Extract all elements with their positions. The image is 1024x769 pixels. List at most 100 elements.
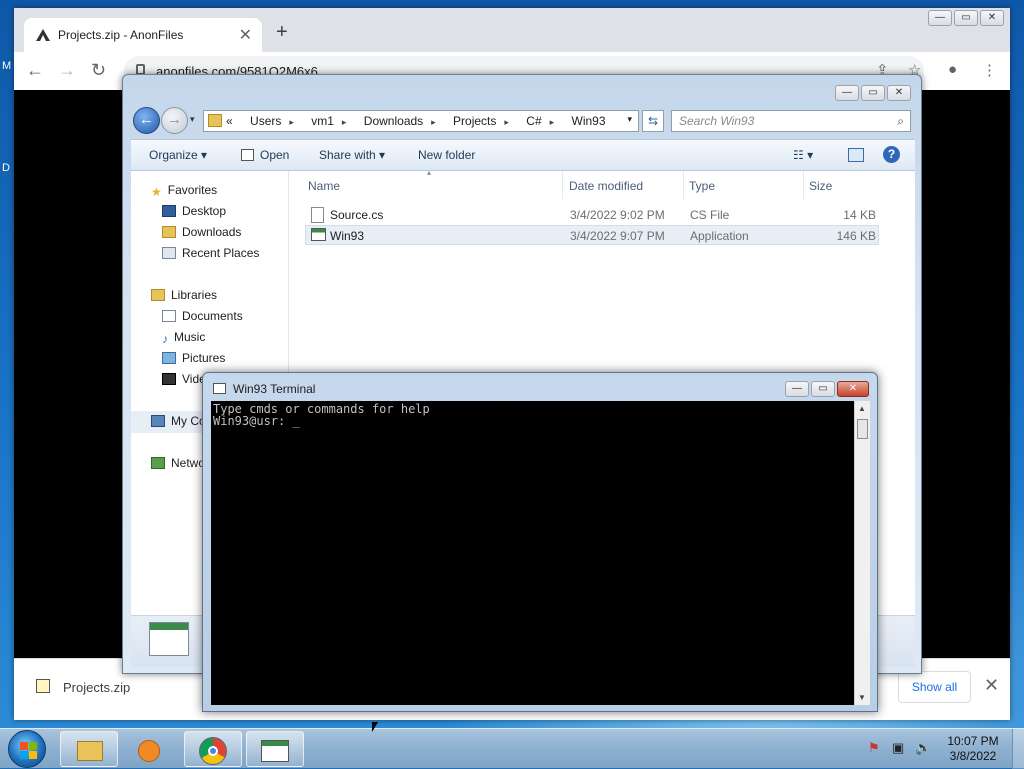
file-row[interactable]: Source.cs 3/4/2022 9:02 PM CS File 14 KB	[305, 205, 879, 225]
action-center-flag-icon[interactable]: ⚑	[868, 740, 880, 756]
taskbar-chrome-button[interactable]	[184, 731, 242, 767]
nav-network[interactable]: Netwo	[151, 456, 205, 470]
windows-logo-icon	[20, 751, 28, 759]
back-button[interactable]: ←	[26, 60, 44, 81]
maximize-button[interactable]: ▭	[861, 85, 885, 101]
taskbar-terminal-button[interactable]	[246, 731, 304, 767]
breadcrumb-separator-icon[interactable]: ▸	[289, 117, 294, 128]
column-header-size[interactable]: Size	[809, 179, 832, 193]
forward-arrow-icon[interactable]: →	[161, 107, 188, 134]
column-header-date[interactable]: Date modified	[569, 179, 643, 193]
breadcrumb-separator-icon[interactable]: ▸	[342, 117, 347, 128]
column-divider[interactable]	[803, 171, 804, 199]
file-row[interactable]: Win93 3/4/2022 9:07 PM Application 146 K…	[305, 225, 879, 245]
share-with-button[interactable]: Share with ▾	[319, 148, 385, 162]
column-header-name[interactable]: Name	[308, 179, 340, 193]
breadcrumb-separator-icon[interactable]: ▸	[504, 117, 509, 128]
close-download-bar-icon[interactable]: ✕	[984, 675, 999, 696]
address-dropdown-icon[interactable]: ▾	[627, 114, 632, 125]
column-header-type[interactable]: Type	[689, 179, 715, 193]
taskbar-explorer-button[interactable]	[60, 731, 118, 767]
terminal-output[interactable]: Type cmds or commands for help Win93@usr:…	[211, 401, 854, 705]
mouse-cursor-icon	[372, 722, 378, 732]
tab-close-icon[interactable]: ✕	[239, 25, 252, 45]
nav-desktop[interactable]: Desktop	[162, 204, 226, 218]
recent-pages-icon[interactable]: ▾	[190, 114, 195, 125]
network-tray-icon[interactable]: ▣	[892, 740, 904, 756]
scroll-thumb[interactable]	[857, 419, 868, 439]
search-input[interactable]: Search Win93 ⌕	[671, 110, 911, 132]
menu-icon[interactable]: ⋮	[982, 61, 997, 79]
browser-window-controls: — ▭ ✕	[928, 10, 1004, 26]
breadcrumb-users[interactable]: Users	[250, 111, 281, 131]
nav-recent-places[interactable]: Recent Places	[162, 246, 259, 260]
help-icon[interactable]: ?	[883, 146, 900, 163]
nav-libraries[interactable]: Libraries	[151, 288, 217, 302]
open-button[interactable]: Open	[260, 148, 289, 162]
chrome-center-icon	[208, 746, 218, 756]
back-arrow-icon[interactable]: ←	[133, 107, 160, 134]
scroll-down-icon[interactable]: ▼	[858, 693, 866, 702]
application-icon	[311, 228, 326, 241]
file-date: 3/4/2022 9:02 PM	[570, 208, 665, 222]
clock-time: 10:07 PM	[947, 734, 999, 748]
volume-icon[interactable]: 🔈	[915, 740, 931, 756]
nav-downloads[interactable]: Downloads	[162, 225, 241, 239]
nav-favorites[interactable]: ★ Favorites	[151, 183, 217, 199]
nav-label: Documents	[182, 309, 243, 323]
breadcrumb-vm1[interactable]: vm1	[311, 111, 334, 131]
explorer-address-row: ← → ▾ « Users ▸ vm1 ▸ Downloads ▸ Projects ▸…	[131, 105, 915, 137]
close-button[interactable]: ✕	[980, 10, 1004, 26]
start-button[interactable]	[8, 730, 46, 768]
system-clock[interactable]: 10:07 PM 3/8/2022	[942, 734, 1004, 764]
download-item[interactable]: Projects.zip	[63, 680, 130, 695]
column-divider[interactable]	[562, 171, 563, 199]
nav-documents[interactable]: Documents	[162, 309, 243, 323]
terminal-line: Type cmds or commands for help	[213, 402, 430, 416]
nav-videos[interactable]: Vide	[162, 372, 206, 386]
breadcrumb-projects[interactable]: Projects	[453, 111, 496, 131]
breadcrumb-separator-icon[interactable]: ▸	[431, 117, 436, 128]
close-button[interactable]: ✕	[887, 85, 911, 101]
breadcrumb-win93[interactable]: Win93	[572, 111, 606, 131]
organize-button[interactable]: Organize ▾	[149, 148, 207, 162]
breadcrumb-downloads[interactable]: Downloads	[364, 111, 423, 131]
scroll-up-icon[interactable]: ▲	[858, 404, 866, 413]
minimize-button[interactable]: —	[785, 381, 809, 397]
refresh-icon[interactable]: ⇆	[642, 110, 664, 132]
breadcrumb-csharp[interactable]: C#	[526, 111, 541, 131]
reload-button[interactable]: ↻	[91, 60, 106, 81]
forward-button[interactable]: →	[58, 60, 76, 81]
terminal-prompt-line[interactable]: Win93@usr: _	[213, 415, 852, 427]
column-divider[interactable]	[683, 171, 684, 199]
file-name: Source.cs	[330, 208, 384, 222]
new-folder-button[interactable]: New folder	[418, 148, 475, 162]
profile-icon[interactable]: ●	[948, 61, 957, 78]
taskbar-media-player-button[interactable]	[122, 731, 180, 767]
breadcrumb: « Users ▸ vm1 ▸ Downloads ▸ Projects ▸ C# ▸ W…	[226, 111, 606, 131]
nav-label: Downloads	[182, 225, 242, 239]
minimize-button[interactable]: —	[928, 10, 952, 26]
desktop-icon-label[interactable]: M	[2, 60, 11, 72]
browser-tab[interactable]: Projects.zip - AnonFiles ✕	[24, 18, 262, 52]
breadcrumb-separator-icon[interactable]: ▸	[550, 117, 555, 128]
windows-logo-icon	[20, 742, 28, 750]
new-tab-button[interactable]: +	[276, 22, 288, 42]
maximize-button[interactable]: ▭	[811, 381, 835, 397]
breadcrumb-overflow[interactable]: «	[226, 111, 233, 131]
nav-pictures[interactable]: Pictures	[162, 351, 225, 365]
nav-label: My Co	[171, 414, 206, 428]
terminal-scrollbar[interactable]: ▲ ▼	[854, 401, 870, 705]
nav-music[interactable]: ♪ Music	[162, 330, 205, 346]
show-desktop-button[interactable]	[1012, 729, 1024, 769]
desktop-icon-label[interactable]: D	[2, 162, 10, 174]
close-button[interactable]: ✕	[837, 381, 869, 397]
terminal-window-controls: — ▭ ✕	[785, 381, 869, 397]
view-options-icon[interactable]: ☷ ▾	[793, 148, 813, 162]
explorer-address-bar[interactable]: « Users ▸ vm1 ▸ Downloads ▸ Projects ▸ C# ▸ W…	[203, 110, 639, 132]
maximize-button[interactable]: ▭	[954, 10, 978, 26]
show-all-button[interactable]: Show all	[898, 671, 971, 703]
preview-pane-icon[interactable]	[848, 148, 864, 162]
minimize-button[interactable]: —	[835, 85, 859, 101]
anonfiles-favicon-icon	[36, 29, 50, 41]
